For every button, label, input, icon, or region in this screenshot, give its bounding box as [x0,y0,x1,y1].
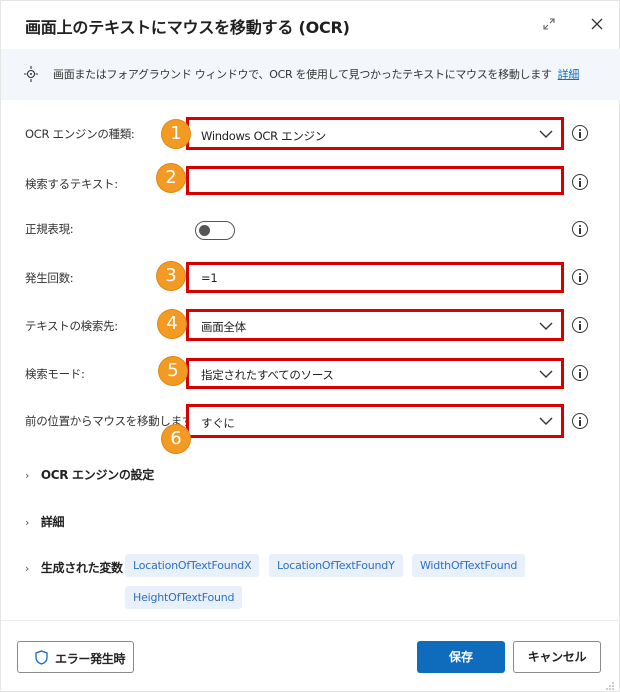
chevron-right-icon: › [25,516,30,529]
chevron-down-icon [539,322,553,330]
on-error-label: エラー発生時 [55,652,126,666]
resize-grip-icon[interactable] [605,681,615,691]
occurrence-label: 発生回数: [25,271,74,285]
move-mouse-value: すぐに [201,416,235,430]
badge-5: 5 [159,357,187,385]
help-info-icon[interactable] [572,269,588,285]
search-in-dropdown[interactable]: 画面全体 [186,309,564,341]
info-description: 画面またはフォアグラウンド ウィンドウで、OCR を使用して見つかったテキストに… [53,66,579,82]
section-advanced[interactable]: › 詳細 [25,513,65,530]
regex-label: 正規表現: [25,222,74,236]
chevron-down-icon [539,417,553,425]
search-mode-dropdown[interactable]: 指定されたすべてのソース [186,358,564,389]
search-in-value: 画面全体 [201,320,246,334]
text-to-find-input[interactable] [186,166,564,195]
variable-chip[interactable]: LocationOfTextFoundY [269,554,403,577]
occurrence-input[interactable]: =1 [186,262,564,293]
footer-divider [1,620,620,621]
dialog-title: 画面上のテキストにマウスを移動する (OCR) [25,18,350,37]
ocr-engine-dropdown[interactable]: Windows OCR エンジン [186,117,564,150]
move-mouse-dropdown[interactable]: すぐに [186,404,564,438]
regex-toggle[interactable] [195,221,235,240]
search-mode-label: 検索モード: [25,367,85,381]
variable-chip[interactable]: HeightOfTextFound [125,586,243,609]
section-variables[interactable]: › 生成された変数 [25,559,123,576]
chevron-right-icon: › [25,562,30,575]
chevron-right-icon: › [25,469,30,482]
badge-2: 2 [157,164,185,192]
on-error-button[interactable]: エラー発生時 [17,641,134,673]
search-mode-value: 指定されたすべてのソース [201,368,334,382]
variable-chip[interactable]: WidthOfTextFound [412,554,526,577]
text-to-find-label: 検索するテキスト: [25,177,118,191]
badge-3: 3 [157,262,185,290]
toggle-knob [199,225,210,236]
action-dialog: 画面上のテキストにマウスを移動する (OCR) 画面またはフォアグラウンド ウィ… [0,0,620,692]
cancel-button[interactable]: キャンセル [513,641,601,673]
chevron-down-icon [539,130,553,138]
badge-1: 1 [162,120,190,148]
occurrence-value: =1 [201,271,218,285]
info-bar-icon [24,66,38,82]
search-in-label: テキストの検索先: [25,319,118,333]
section-ocr-settings[interactable]: › OCR エンジンの設定 [25,466,154,483]
expand-icon[interactable] [540,15,558,33]
help-info-icon[interactable] [572,365,588,381]
info-bar: 画面またはフォアグラウンド ウィンドウで、OCR を使用して見つかったテキストに… [1,49,620,100]
help-info-icon[interactable] [572,125,588,141]
save-button[interactable]: 保存 [417,641,505,673]
learn-more-link[interactable]: 詳細 [558,68,580,81]
info-text: 画面またはフォアグラウンド ウィンドウで、OCR を使用して見つかったテキストに… [53,68,552,81]
ocr-engine-label: OCR エンジンの種類: [25,127,135,141]
chevron-down-icon [539,370,553,378]
variable-chip[interactable]: LocationOfTextFoundX [125,554,260,577]
ocr-engine-value: Windows OCR エンジン [201,129,326,143]
badge-4: 4 [158,310,186,338]
help-info-icon[interactable] [572,221,588,237]
badge-6: 6 [162,425,190,453]
help-info-icon[interactable] [572,413,588,429]
help-info-icon[interactable] [572,317,588,333]
help-info-icon[interactable] [572,174,588,190]
shield-icon [35,650,48,665]
close-icon[interactable] [587,14,607,34]
